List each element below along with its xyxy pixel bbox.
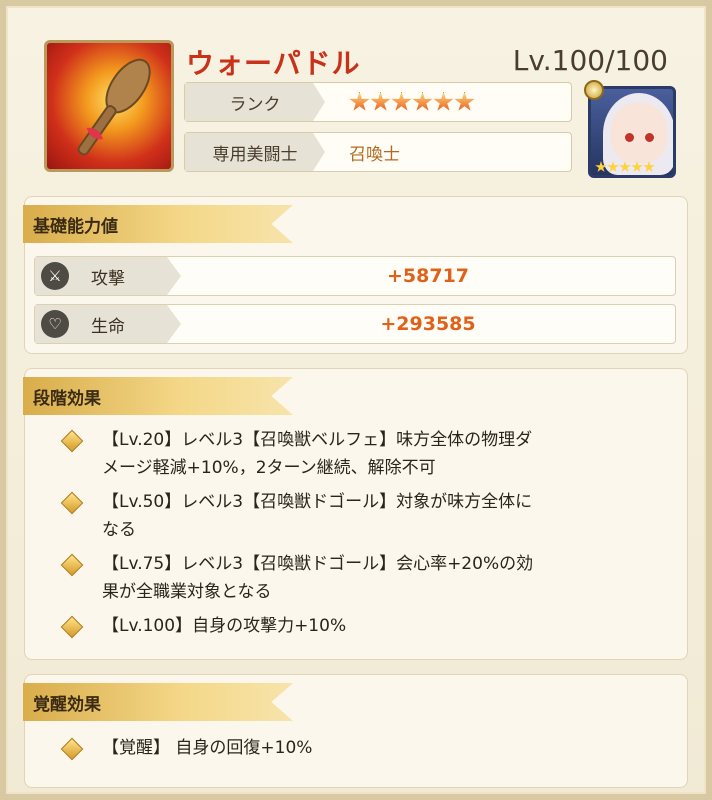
effect-line: なる (102, 520, 136, 540)
portrait-star-icon (631, 161, 643, 172)
awaken-effect-item: 【覚醒】 自身の回復+10% (58, 734, 312, 762)
diamond-bullet-icon (60, 553, 84, 577)
attack-value: +58717 (386, 265, 470, 287)
awaken-effects-title: 覚醒効果 (23, 683, 293, 721)
stage-effects-title: 段階効果 (23, 377, 293, 415)
diamond-bullet-icon (60, 429, 84, 453)
portrait-stars (595, 161, 655, 173)
rank-star-icon (433, 91, 454, 111)
exclusive-row: 専用美闘士 召喚士 (184, 132, 572, 172)
hp-value: +293585 (380, 313, 476, 335)
rank-row: ランク (184, 82, 572, 122)
war-paddle-item-icon (44, 40, 174, 172)
portrait-star-icon (619, 161, 631, 172)
stage-effect-item: 【Lv.75】レベル3【召喚獣ドゴール】会心率+20%の効 果が全職業対象となる (58, 550, 533, 606)
rank-label: ランク (185, 83, 325, 121)
attack-row: ⚔ 攻撃 +58717 (34, 256, 676, 296)
exclusive-value: 召喚士 (349, 144, 400, 165)
effect-line: メージ軽減+10%，2ターン継続、解除不可 (102, 458, 436, 478)
awaken-effects-list: 【覚醒】 自身の回復+10% (58, 734, 312, 762)
portrait-star-icon (607, 161, 619, 172)
awaken-effects-section: 覚醒効果 (23, 674, 688, 788)
portrait-star-icon (643, 161, 655, 172)
portrait-face (611, 103, 667, 163)
stage-effect-item: 【Lv.50】レベル3【召喚獣ドゴール】対象が味方全体に なる (58, 488, 533, 544)
diamond-bullet-icon (60, 737, 84, 761)
rank-star-icon (391, 91, 412, 111)
element-orb-icon (584, 80, 604, 100)
character-portrait[interactable] (588, 86, 676, 178)
rank-star-icon (454, 91, 475, 111)
rank-star-icon (370, 91, 391, 111)
effect-line: 【覚醒】 自身の回復+10% (102, 738, 313, 758)
attack-swords-icon: ⚔ (41, 262, 69, 290)
effect-line: 【Lv.50】レベル3【召喚獣ドゴール】対象が味方全体に (102, 492, 533, 512)
stage-effects-list: 【Lv.20】レベル3【召喚獣ベルフェ】味方全体の物理ダ メージ軽減+10%，2… (58, 426, 533, 640)
portrait-eye (645, 133, 654, 142)
hp-row: ♡ 生命 +293585 (34, 304, 676, 344)
effect-line: 【Lv.100】自身の攻撃力+10% (102, 616, 347, 636)
rank-star-icon (412, 91, 433, 111)
stage-effect-item: 【Lv.20】レベル3【召喚獣ベルフェ】味方全体の物理ダ メージ軽減+10%，2… (58, 426, 533, 482)
exclusive-label: 専用美闘士 (185, 133, 325, 171)
effect-line: 果が全職業対象となる (102, 582, 272, 602)
item-level: Lv.100/100 (512, 44, 668, 77)
effect-line: 【Lv.20】レベル3【召喚獣ベルフェ】味方全体の物理ダ (102, 430, 533, 450)
diamond-bullet-icon (60, 491, 84, 515)
rank-star-icon (349, 91, 370, 111)
hp-label: 生命 (91, 316, 125, 337)
stage-effect-item: 【Lv.100】自身の攻撃力+10% (58, 612, 533, 640)
heart-icon: ♡ (41, 310, 69, 338)
effect-line: 【Lv.75】レベル3【召喚獣ドゴール】会心率+20%の効 (102, 554, 534, 574)
item-name: ウォーパドル (186, 47, 361, 80)
rank-stars (349, 83, 475, 121)
attack-label: 攻撃 (91, 268, 125, 289)
basic-stats-title: 基礎能力値 (23, 205, 293, 243)
portrait-eye (625, 133, 634, 142)
portrait-star-icon (595, 161, 607, 172)
diamond-bullet-icon (60, 615, 84, 639)
